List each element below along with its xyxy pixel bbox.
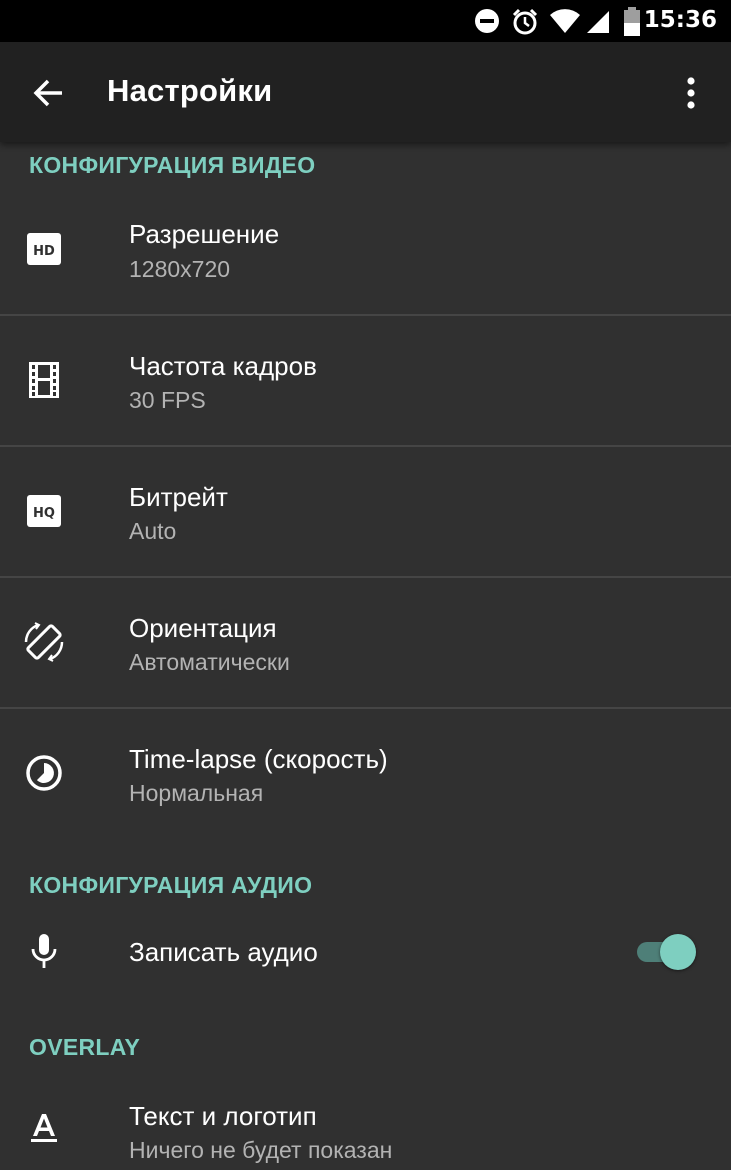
arrow-back-icon bbox=[33, 79, 62, 107]
setting-value: Нормальная bbox=[129, 780, 264, 806]
section-header-video: КОНФИГУРАЦИЯ ВИДЕО bbox=[29, 152, 316, 178]
battery-icon bbox=[624, 7, 640, 36]
timelapse-icon bbox=[26, 755, 62, 791]
status-bar: 15:36 bbox=[0, 0, 731, 42]
text-format-icon bbox=[31, 1114, 57, 1142]
setting-item-bitrate[interactable]: HQ Битрейт Auto bbox=[0, 447, 731, 576]
setting-title: Time-lapse (скорость) bbox=[129, 744, 388, 774]
alarm-icon bbox=[512, 8, 538, 35]
settings-list: КОНФИГУРАЦИЯ ВИДЕО HD Разрешение 1280x72… bbox=[0, 142, 731, 1170]
do-not-disturb-icon bbox=[475, 9, 499, 33]
setting-title: Битрейт bbox=[129, 482, 228, 512]
section-header-overlay: OVERLAY bbox=[29, 1034, 141, 1060]
setting-item-record-audio[interactable]: Записать аудио bbox=[0, 912, 731, 992]
section-header-audio: КОНФИГУРАЦИЯ АУДИО bbox=[29, 872, 313, 898]
more-options-button[interactable] bbox=[673, 69, 709, 117]
setting-value: 1280x720 bbox=[129, 256, 231, 282]
setting-title: Разрешение bbox=[129, 219, 280, 249]
setting-item-text-logo[interactable]: Текст и логотип Ничего не будет показан bbox=[0, 1066, 731, 1170]
setting-item-orientation[interactable]: Ориентация Автоматически bbox=[0, 578, 731, 707]
setting-title: Текст и логотип bbox=[129, 1101, 317, 1131]
toggle-thumb bbox=[660, 934, 696, 970]
setting-item-resolution[interactable]: HD Разрешение 1280x720 bbox=[0, 184, 731, 314]
hd-icon: HD bbox=[27, 233, 61, 265]
film-icon bbox=[29, 362, 59, 398]
page-title: Настройки bbox=[107, 73, 273, 108]
setting-value: Автоматически bbox=[129, 649, 290, 675]
record-audio-toggle[interactable] bbox=[637, 931, 697, 971]
hq-icon: HQ bbox=[27, 495, 61, 527]
signal-icon bbox=[587, 11, 609, 33]
mic-icon bbox=[31, 934, 57, 968]
more-vert-icon bbox=[687, 77, 695, 109]
svg-text:HQ: HQ bbox=[33, 506, 55, 521]
setting-title: Записать аудио bbox=[129, 937, 318, 967]
wifi-icon bbox=[550, 9, 580, 33]
svg-text:HD: HD bbox=[33, 244, 55, 259]
setting-value: 30 FPS bbox=[129, 387, 206, 413]
setting-title: Ориентация bbox=[129, 613, 277, 643]
setting-title: Частота кадров bbox=[129, 351, 317, 381]
screen-rotation-icon bbox=[24, 622, 64, 662]
setting-value: Auto bbox=[129, 518, 177, 544]
app-toolbar: Настройки bbox=[0, 42, 731, 142]
setting-item-timelapse[interactable]: Time-lapse (скорость) Нормальная bbox=[0, 709, 731, 839]
back-button[interactable] bbox=[22, 67, 74, 119]
settings-screen: 15:36 Настройки КОНФИГУРАЦИЯ ВИДЕО HD Ра… bbox=[0, 0, 731, 1170]
setting-item-frame-rate[interactable]: Частота кадров 30 FPS bbox=[0, 316, 731, 445]
status-time: 15:36 bbox=[643, 7, 717, 33]
setting-value: Ничего не будет показан bbox=[129, 1137, 393, 1163]
